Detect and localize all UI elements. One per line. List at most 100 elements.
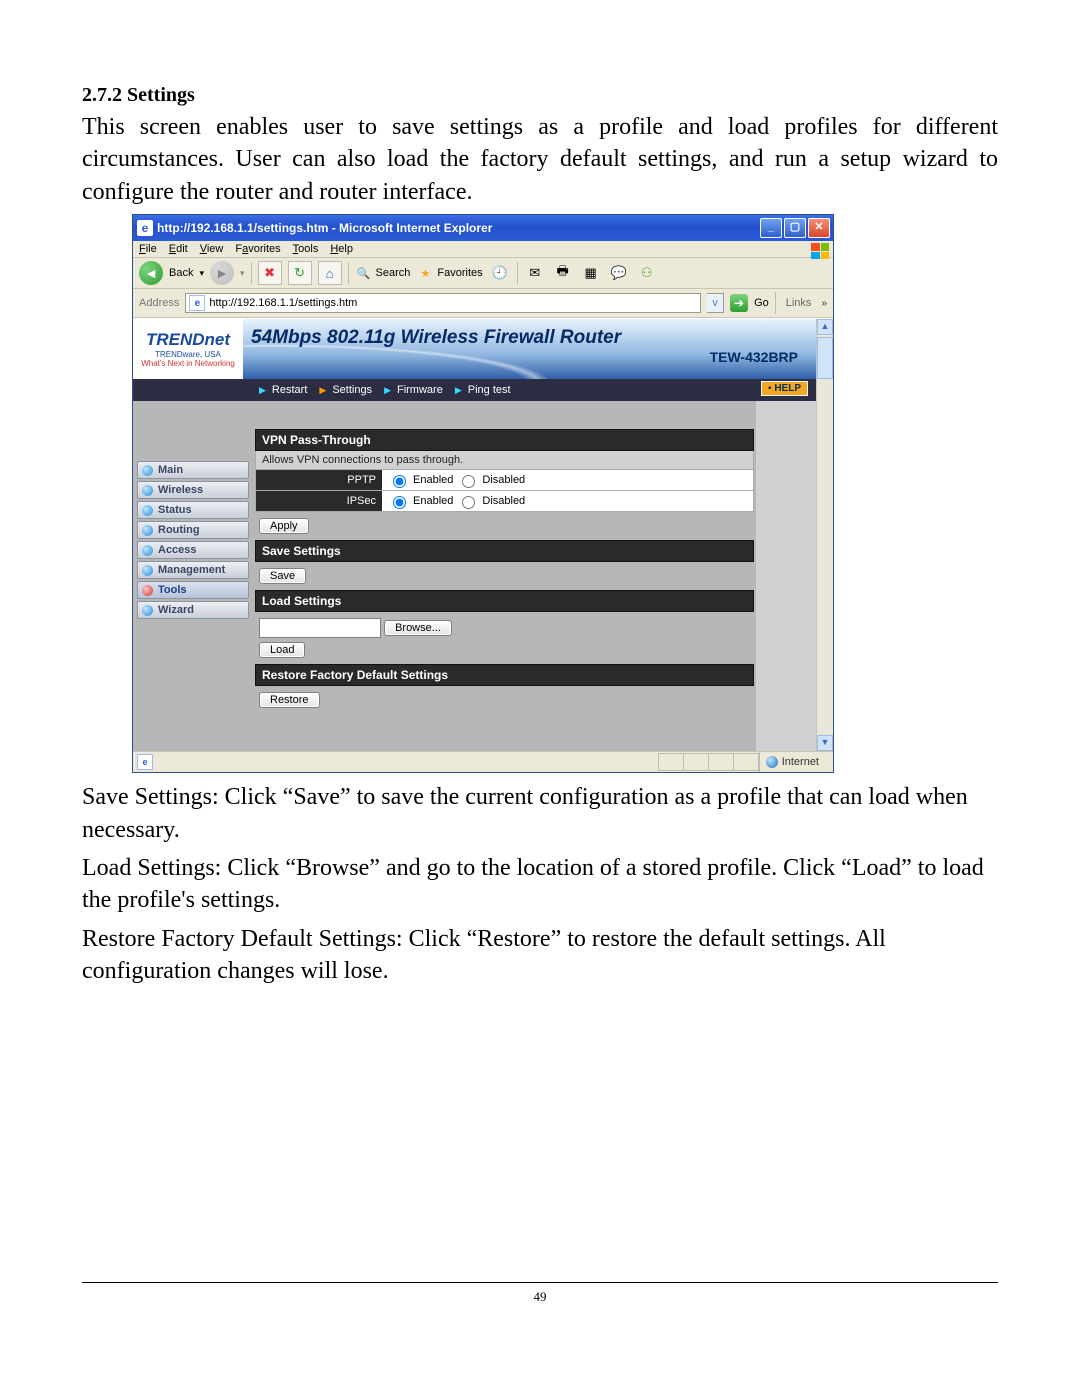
pptp-disabled-radio[interactable] — [462, 475, 475, 488]
sidebar-item-management[interactable]: Management — [137, 561, 249, 579]
menu-edit[interactable]: Edit — [169, 243, 188, 255]
subnav: ▶Restart ▶Settings ▶Firmware ▶Ping test … — [133, 379, 816, 401]
favorites-icon[interactable]: ★ — [416, 264, 434, 282]
sidebar-item-access[interactable]: Access — [137, 541, 249, 559]
forward-button[interactable]: ► — [210, 261, 234, 285]
row-label: PPTP — [256, 470, 382, 490]
subnav-ping[interactable]: Ping test — [468, 384, 511, 396]
restore-section-title: Restore Factory Default Settings — [255, 664, 754, 686]
forward-dropdown-icon[interactable]: ▾ — [240, 268, 245, 279]
discuss-button[interactable]: 💬 — [608, 262, 630, 284]
bullet-icon — [142, 505, 153, 516]
row-label: IPSec — [256, 491, 382, 511]
sidebar-item-wizard[interactable]: Wizard — [137, 601, 249, 619]
intro-paragraph: This screen enables user to save setting… — [82, 111, 998, 208]
mail-button[interactable]: ✉ — [524, 262, 546, 284]
address-dropdown-icon[interactable]: v — [707, 293, 724, 313]
toolbar-separator — [348, 262, 349, 284]
browse-button[interactable]: Browse... — [384, 620, 452, 636]
page-favicon: e — [189, 295, 205, 311]
menu-help[interactable]: Help — [330, 243, 353, 255]
vpn-section-title: VPN Pass-Through — [255, 429, 754, 451]
sidebar-item-status[interactable]: Status — [137, 501, 249, 519]
ipsec-disabled-radio[interactable] — [462, 496, 475, 509]
history-button[interactable]: 🕘 — [489, 262, 511, 284]
save-section-title: Save Settings — [255, 540, 754, 562]
menu-view[interactable]: View — [200, 243, 224, 255]
bullet-icon — [142, 465, 153, 476]
ie-icon: e — [137, 220, 153, 236]
save-button[interactable]: Save — [259, 568, 306, 584]
refresh-button[interactable]: ↻ — [288, 261, 312, 285]
menu-file[interactable]: File — [139, 243, 157, 255]
sidebar-item-main[interactable]: Main — [137, 461, 249, 479]
restore-paragraph: Restore Factory Default Settings: Click … — [82, 923, 998, 988]
stop-button[interactable]: ✖ — [258, 261, 282, 285]
search-icon[interactable]: 🔍 — [355, 264, 373, 282]
menu-tools[interactable]: Tools — [293, 243, 319, 255]
sidebar-item-tools[interactable]: Tools — [137, 581, 249, 599]
toolbar-separator — [517, 262, 518, 284]
favorites-label[interactable]: Favorites — [437, 267, 482, 279]
pptp-enabled-radio[interactable] — [393, 475, 406, 488]
restore-button[interactable]: Restore — [259, 692, 320, 708]
zone-label: Internet — [782, 756, 819, 768]
ipsec-enabled-radio[interactable] — [393, 496, 406, 509]
minimize-button[interactable]: _ — [760, 218, 782, 238]
links-chevron-icon[interactable]: » — [821, 298, 827, 309]
sidebar-item-routing[interactable]: Routing — [137, 521, 249, 539]
back-label: Back — [169, 267, 193, 279]
status-page-icon: e — [137, 754, 153, 770]
banner-model: TEW-432BRP — [251, 349, 808, 365]
sidebar-item-wireless[interactable]: Wireless — [137, 481, 249, 499]
menubar: File Edit View Favorites Tools Help — [133, 241, 833, 258]
subnav-firmware[interactable]: Firmware — [397, 384, 443, 396]
back-dropdown-icon[interactable]: ▾ — [199, 268, 204, 279]
scroll-down-icon[interactable]: ▼ — [817, 735, 833, 751]
brand-name: TRENDnet — [146, 330, 230, 350]
vpn-row-pptp: PPTP Enabled Disabled — [255, 470, 754, 491]
scroll-thumb[interactable] — [817, 337, 833, 379]
print-button[interactable]: 🖶 — [552, 262, 574, 284]
address-label: Address — [139, 297, 179, 309]
titlebar: e http://192.168.1.1/settings.htm - Micr… — [133, 215, 833, 241]
sidebar: Main Wireless Status Routing Access Mana… — [133, 401, 253, 751]
section-heading: 2.7.2 Settings — [82, 84, 998, 107]
load-file-input[interactable] — [259, 618, 381, 638]
back-button[interactable]: ◄ — [139, 261, 163, 285]
triangle-icon: ▶ — [384, 385, 391, 396]
subnav-settings[interactable]: Settings — [332, 384, 372, 396]
globe-icon — [766, 756, 778, 768]
load-section-title: Load Settings — [255, 590, 754, 612]
disabled-label: Disabled — [482, 474, 525, 486]
enabled-label: Enabled — [413, 474, 453, 486]
help-button[interactable]: ▪ HELP — [761, 381, 808, 396]
load-button[interactable]: Load — [259, 642, 305, 658]
status-cell — [683, 753, 708, 771]
bullet-icon — [142, 565, 153, 576]
page-number: 49 — [82, 1289, 998, 1345]
home-button[interactable]: ⌂ — [318, 261, 342, 285]
settings-content: VPN Pass-Through Allows VPN connections … — [253, 401, 756, 751]
scroll-up-icon[interactable]: ▲ — [817, 319, 833, 335]
links-label[interactable]: Links — [782, 297, 816, 309]
bullet-icon — [142, 485, 153, 496]
menu-favorites[interactable]: Favorites — [235, 243, 280, 255]
apply-button[interactable]: Apply — [259, 518, 309, 534]
messenger-button[interactable]: ⚇ — [636, 262, 658, 284]
brand-subtitle: TRENDware, USA — [155, 350, 221, 359]
status-cell — [708, 753, 733, 771]
subnav-restart[interactable]: Restart — [272, 384, 307, 396]
go-label: Go — [754, 297, 769, 309]
close-button[interactable]: ✕ — [808, 218, 830, 238]
search-label[interactable]: Search — [376, 267, 411, 279]
maximize-button[interactable]: ▢ — [784, 218, 806, 238]
vertical-scrollbar[interactable]: ▲ ▼ — [816, 319, 833, 751]
enabled-label: Enabled — [413, 495, 453, 507]
address-input[interactable]: e http://192.168.1.1/settings.htm — [185, 293, 701, 313]
edit-button[interactable]: ▦ — [580, 262, 602, 284]
triangle-icon: ▶ — [259, 385, 266, 396]
load-paragraph: Load Settings: Click “Browse” and go to … — [82, 852, 998, 917]
go-button[interactable]: ➔ — [730, 294, 748, 312]
bullet-icon — [142, 605, 153, 616]
